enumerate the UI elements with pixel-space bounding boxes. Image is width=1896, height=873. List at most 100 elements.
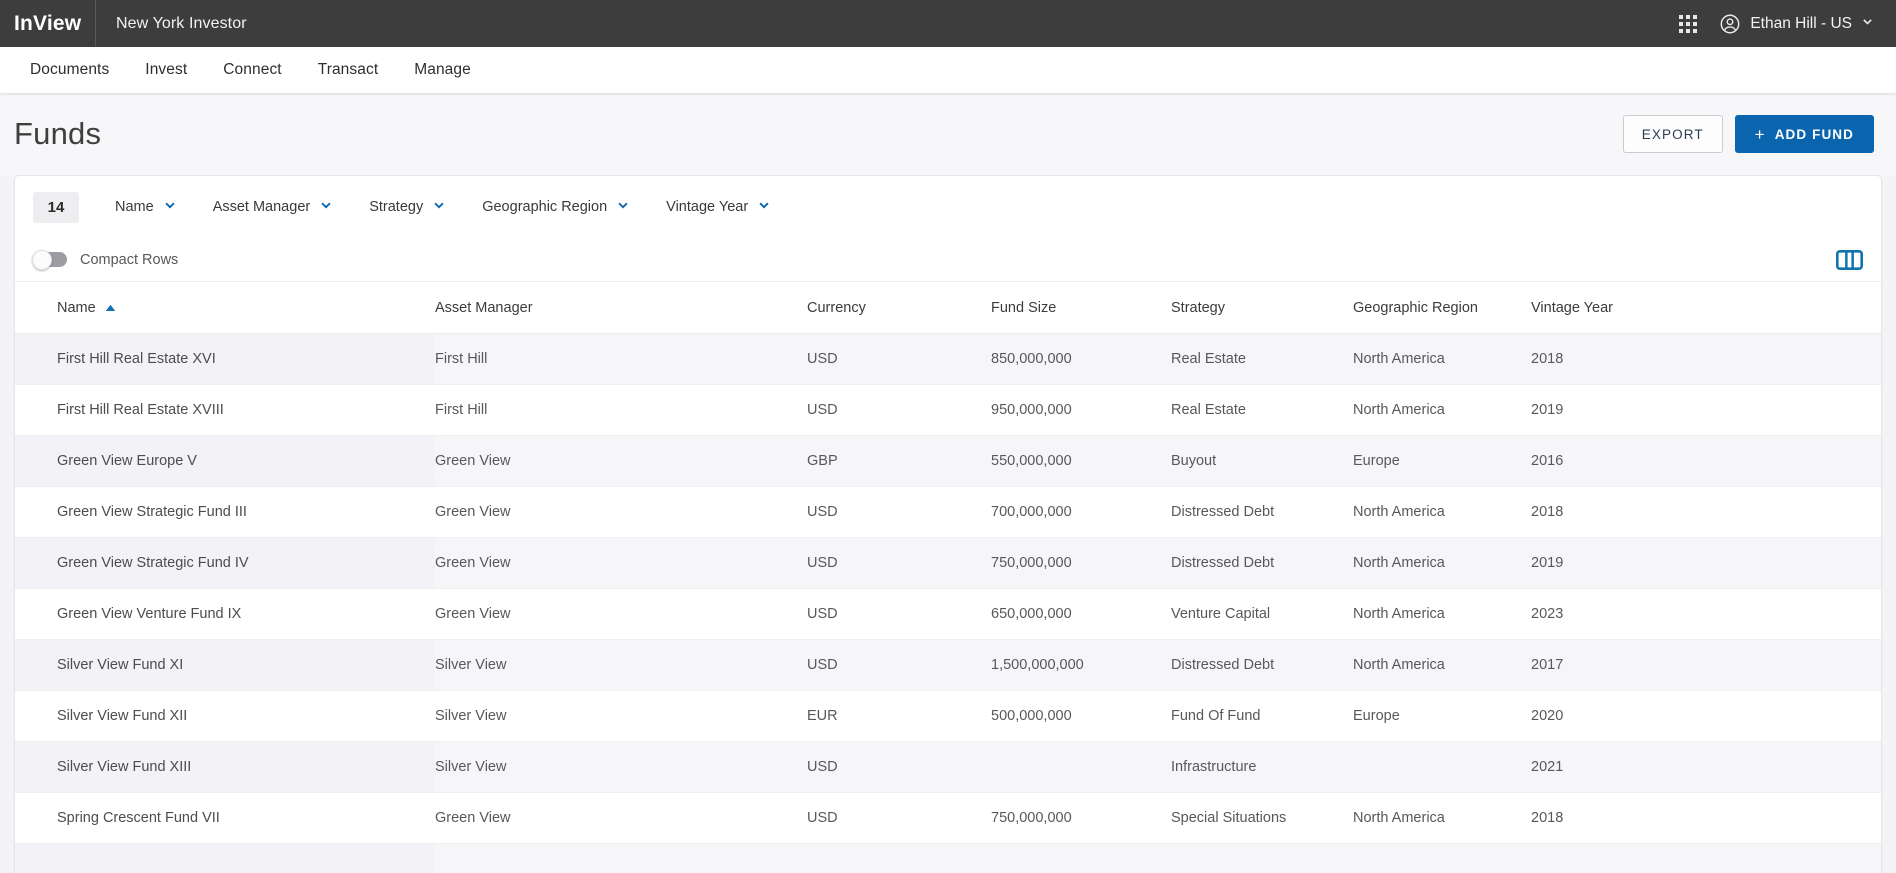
add-fund-button[interactable]: + ADD FUND <box>1734 115 1874 153</box>
top-bar: InView New York Investor Ethan Hill - US <box>0 0 1896 47</box>
cell-asset-manager: Green View <box>435 810 511 826</box>
cell-asset-manager <box>435 844 807 873</box>
cell-strategy: Real Estate <box>1171 402 1246 418</box>
cell-asset-manager: Silver View <box>435 759 507 775</box>
table-row[interactable]: Green View Europe V Green View GBP 550,000,… <box>15 435 1881 487</box>
cell-currency <box>807 844 991 873</box>
chevron-down-icon <box>432 198 446 216</box>
cell-asset-manager: Green View <box>435 453 511 469</box>
nav-item-invest[interactable]: Invest <box>127 47 205 93</box>
cell-fund-size: 650,000,000 <box>991 606 1072 622</box>
chevron-down-icon <box>1861 15 1874 33</box>
filter-geographic-region-label: Geographic Region <box>482 199 608 215</box>
table-row[interactable]: First Hill Real Estate XVI First Hill USD 8… <box>15 333 1881 385</box>
cell-vintage-year: 2016 <box>1531 453 1564 469</box>
filter-name[interactable]: Name <box>99 191 193 223</box>
column-header-strategy[interactable]: Strategy <box>1171 282 1353 334</box>
cell-vintage-year: 2017 <box>1531 657 1564 673</box>
filter-vintage-year[interactable]: Vintage Year <box>650 191 787 223</box>
table-row[interactable]: Spring Crescent Fund VII Green View USD 750… <box>15 793 1881 844</box>
cell-currency: USD <box>807 504 838 520</box>
column-header-geographic-region[interactable]: Geographic Region <box>1353 282 1531 334</box>
toggle-knob <box>32 249 52 270</box>
cell-currency: GBP <box>807 453 838 469</box>
chevron-down-icon <box>163 198 177 216</box>
cell-name: Green View Europe V <box>15 435 435 487</box>
table-row[interactable]: Silver View Fund XIII Silver View USD Infra… <box>15 741 1881 793</box>
table-row[interactable]: First Hill Real Estate XVIII First Hill US… <box>15 385 1881 436</box>
cell-fund-size: 700,000,000 <box>991 504 1072 520</box>
table-row[interactable] <box>15 843 1881 873</box>
table-row[interactable]: Silver View Fund XI Silver View USD 1,500,0… <box>15 639 1881 691</box>
cell-asset-manager: Silver View <box>435 657 507 673</box>
cell-fund-size <box>991 742 1171 793</box>
table-row[interactable]: Green View Strategic Fund IV Green View US… <box>15 537 1881 589</box>
page-title: Funds <box>14 116 102 151</box>
chevron-down-icon <box>757 198 771 216</box>
nav-item-connect[interactable]: Connect <box>205 47 299 93</box>
filter-asset-manager[interactable]: Asset Manager <box>197 191 350 223</box>
cell-vintage-year <box>1531 844 1881 873</box>
filter-geographic-region[interactable]: Geographic Region <box>466 191 646 223</box>
cell-strategy: Distressed Debt <box>1171 555 1275 571</box>
cell-name: First Hill Real Estate XVI <box>15 333 435 385</box>
table-row[interactable]: Green View Strategic Fund III Green View U… <box>15 487 1881 538</box>
cell-strategy: Real Estate <box>1171 351 1246 367</box>
nav-item-manage[interactable]: Manage <box>396 47 489 93</box>
cell-currency: USD <box>807 759 838 775</box>
sort-ascending-triangle-icon <box>105 300 116 316</box>
cell-vintage-year: 2019 <box>1531 555 1564 571</box>
cell-currency: USD <box>807 402 838 418</box>
cell-fund-size: 950,000,000 <box>991 402 1072 418</box>
cell-vintage-year: 2021 <box>1531 759 1564 775</box>
cell-name: Silver View Fund XII <box>57 708 188 724</box>
cell-geographic-region: North America <box>1353 504 1445 520</box>
filter-vintage-year-label: Vintage Year <box>666 199 749 215</box>
topbar-right-group: Ethan Hill - US <box>1679 13 1896 35</box>
page-header-actions: EXPORT + ADD FUND <box>1622 115 1874 153</box>
column-header-fund-size[interactable]: Fund Size <box>991 282 1171 334</box>
cell-asset-manager: Green View <box>435 606 511 622</box>
cell-geographic-region: Europe <box>1353 708 1400 724</box>
table-header-row: Name Asset Manager Currency Fund Size St… <box>15 282 1881 334</box>
nav-item-documents[interactable]: Documents <box>12 47 127 93</box>
nav-item-transact[interactable]: Transact <box>300 47 397 93</box>
export-button[interactable]: EXPORT <box>1622 115 1723 153</box>
column-header-asset-manager[interactable]: Asset Manager <box>435 282 807 334</box>
column-header-vintage-year[interactable]: Vintage Year <box>1531 282 1881 334</box>
cell-currency: EUR <box>807 708 838 724</box>
cell-geographic-region <box>1353 742 1531 793</box>
columns-settings-icon[interactable] <box>1835 248 1863 272</box>
cell-strategy: Buyout <box>1171 453 1217 469</box>
plus-icon: + <box>1754 124 1766 144</box>
filter-strategy[interactable]: Strategy <box>353 191 462 223</box>
cell-fund-size: 750,000,000 <box>991 810 1072 826</box>
organization-name: New York Investor <box>116 14 247 32</box>
cell-geographic-region: North America <box>1353 657 1445 673</box>
cell-fund-size: 500,000,000 <box>991 708 1072 724</box>
cell-geographic-region: North America <box>1353 810 1445 826</box>
cell-name: Spring Crescent Fund VII <box>57 810 220 826</box>
table-toolbar: Compact Rows <box>15 238 1881 282</box>
cell-vintage-year: 2019 <box>1531 402 1564 418</box>
result-count-chip[interactable]: 14 <box>33 191 79 223</box>
cell-currency: USD <box>807 606 838 622</box>
cell-geographic-region: Europe <box>1353 453 1400 469</box>
cell-asset-manager: First Hill <box>435 402 488 418</box>
grid-apps-icon[interactable] <box>1679 14 1698 33</box>
table-row[interactable]: Silver View Fund XII Silver View EUR 500,00… <box>15 691 1881 742</box>
user-menu[interactable]: Ethan Hill - US <box>1719 13 1874 35</box>
app-logo[interactable]: InView <box>0 0 96 47</box>
cell-asset-manager: First Hill <box>435 351 488 367</box>
cell-strategy: Infrastructure <box>1171 759 1257 775</box>
compact-rows-toggle[interactable]: Compact Rows <box>32 249 178 270</box>
cell-geographic-region: North America <box>1353 351 1445 367</box>
cell-asset-manager: Green View <box>435 504 511 520</box>
table-row[interactable]: Green View Venture Fund IX Green View USD 6… <box>15 589 1881 640</box>
cell-strategy: Distressed Debt <box>1171 504 1275 520</box>
cell-fund-size: 1,500,000,000 <box>991 657 1084 673</box>
cell-currency: USD <box>807 351 838 367</box>
column-header-currency[interactable]: Currency <box>807 282 991 334</box>
main-navigation: Documents Invest Connect Transact Manage <box>0 47 1896 93</box>
column-header-name[interactable]: Name <box>15 282 435 334</box>
